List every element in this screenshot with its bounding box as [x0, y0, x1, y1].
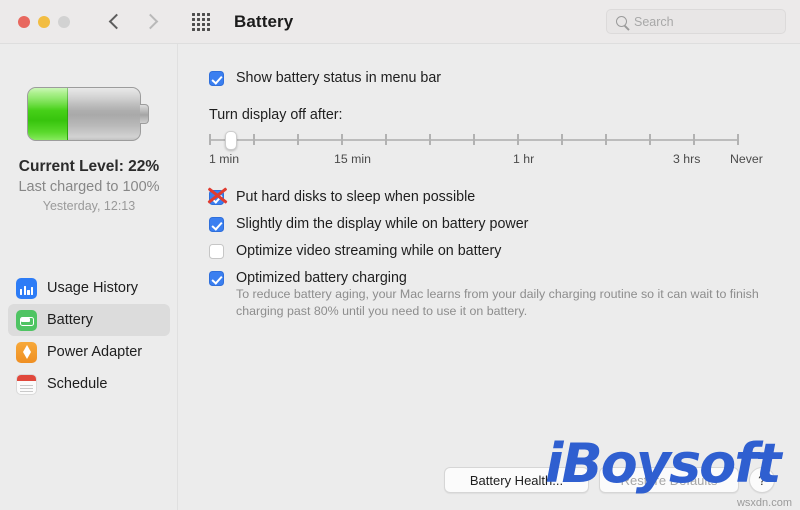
current-level-label: Current Level: 22% [18, 158, 160, 175]
sidebar-item-label: Schedule [47, 376, 108, 392]
optimize-video-streaming-row[interactable]: Optimize video streaming while on batter… [209, 243, 784, 259]
navigation-buttons [108, 15, 158, 29]
show-battery-status-label: Show battery status in menu bar [236, 70, 442, 86]
search-input[interactable]: Search [606, 9, 786, 34]
sidebar-item-label: Usage History [47, 280, 139, 296]
sidebar-item-label: Battery [47, 312, 93, 328]
sidebar-item-power-adapter[interactable]: Power Adapter [8, 336, 170, 368]
optimized-battery-charging-row[interactable]: Optimized battery charging [209, 270, 784, 286]
battery-preferences-window: Battery Search Current Level: 22% Last c… [0, 0, 800, 510]
sidebar-item-schedule[interactable]: Schedule [8, 368, 170, 400]
schedule-calendar-icon [16, 373, 37, 395]
watermark-brand: iBoysoft [545, 432, 782, 495]
page-title: Battery [234, 11, 294, 31]
search-placeholder: Search [634, 14, 674, 29]
chevron-left-icon[interactable] [108, 15, 122, 29]
traffic-lights [18, 15, 70, 28]
last-charged-label: Last charged to 100% [18, 179, 160, 195]
slider-tick-label: Never [730, 152, 763, 166]
put-hard-disks-to-sleep-label: Put hard disks to sleep when possible [236, 189, 476, 205]
battery-icon [16, 309, 37, 331]
sidebar: Current Level: 22% Last charged to 100% … [0, 44, 178, 510]
grid-dots-icon[interactable] [192, 12, 210, 31]
usage-history-icon [16, 277, 37, 299]
show-battery-status-checkbox-row[interactable]: Show battery status in menu bar [209, 70, 441, 86]
sidebar-item-battery[interactable]: Battery [8, 304, 170, 336]
slider-tick-label: 1 min [209, 152, 240, 166]
slightly-dim-display-row[interactable]: Slightly dim the display while on batter… [209, 216, 784, 232]
optimized-battery-charging-label: Optimized battery charging [236, 270, 407, 286]
battery-large-icon [27, 87, 149, 141]
power-adapter-icon [16, 341, 37, 363]
close-button[interactable] [18, 15, 30, 28]
chevron-right-icon[interactable] [144, 15, 158, 29]
put-hard-disks-to-sleep-checkbox[interactable] [209, 190, 224, 205]
search-icon [616, 16, 627, 27]
last-charged-when-label: Yesterday, 12:13 [42, 199, 136, 213]
slightly-dim-display-checkbox[interactable] [209, 217, 224, 232]
turn-display-off-slider[interactable] [209, 131, 739, 150]
zoom-button[interactable] [58, 15, 70, 28]
watermark-site: wsxdn.com [736, 497, 792, 509]
turn-display-off-label: Turn display off after: [209, 107, 343, 123]
show-battery-status-checkbox[interactable] [209, 71, 224, 86]
sidebar-nav-list: Usage History Battery Power Adapter Sche… [0, 272, 178, 400]
sidebar-item-usage-history[interactable]: Usage History [8, 272, 170, 304]
slider-knob[interactable] [225, 131, 237, 150]
optimize-video-streaming-label: Optimize video streaming while on batter… [236, 243, 502, 259]
battery-options-list: Put hard disks to sleep when possible Sl… [209, 189, 784, 320]
window-toolbar: Battery Search [0, 0, 800, 44]
slider-tick-label: 1 hr [513, 152, 535, 166]
sidebar-item-label: Power Adapter [47, 344, 143, 360]
optimize-video-streaming-checkbox[interactable] [209, 244, 224, 259]
minimize-button[interactable] [38, 15, 50, 28]
put-hard-disks-to-sleep-row[interactable]: Put hard disks to sleep when possible [209, 189, 784, 205]
slider-tick-label: 3 hrs [673, 152, 701, 166]
slider-tick-label: 15 min [334, 152, 371, 166]
slightly-dim-display-label: Slightly dim the display while on batter… [236, 216, 529, 232]
optimized-battery-charging-description: To reduce battery aging, your Mac learns… [236, 287, 759, 318]
optimized-battery-charging-checkbox[interactable] [209, 271, 224, 286]
